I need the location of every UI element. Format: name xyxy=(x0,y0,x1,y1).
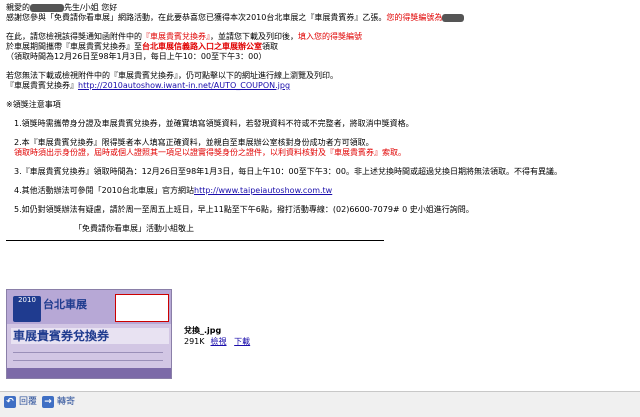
greeting: 親愛的x先生/小姐 您好 xyxy=(6,3,634,13)
greeting-prefix: 親愛的 xyxy=(6,3,30,12)
download-link[interactable]: 下載 xyxy=(234,337,250,346)
reply-label: 回覆 xyxy=(19,397,38,407)
instruction-text: 在此，請您檢視該得獎通知函附件中的 xyxy=(6,32,142,41)
note-4-text: 4.其他活動辦法可參閱「2010台北車展」官方網站 xyxy=(14,186,194,195)
office-location-red: 台北車展信義路入口之車展辦公室 xyxy=(142,42,262,51)
notes-title: ※領獎注意事項 xyxy=(6,100,61,109)
coupon-name-red: 『車展貴賓兌換券』 xyxy=(142,32,210,41)
coupon-link[interactable]: http://2010autoshow.iwant-in.net/AUTO_CO… xyxy=(78,81,290,90)
redacted-award-number: x xyxy=(442,13,465,22)
signature: 「免費請你看車展」活動小組敬上 xyxy=(74,224,194,233)
logo-year: 2010 xyxy=(18,296,36,304)
coupon-link-prefix: 『車展貴賓兌換券』 xyxy=(6,81,78,90)
greeting-suffix: 先生/小姐 您好 xyxy=(64,3,118,12)
email-body: 親愛的x先生/小姐 您好 感謝您參與「免費請你看車展」網路活動，在此要恭喜您已獲… xyxy=(6,3,634,241)
instruction-line-1: 在此，請您檢視該得獎通知函附件中的『車展貴賓兌換券』，並請您下載及列印後，填入您… xyxy=(6,32,634,42)
coupon-number-box xyxy=(115,294,169,322)
view-link[interactable]: 檢視 xyxy=(211,337,227,346)
note-2-red: 領取時須出示身份證，屆時或個人證照其一項足以證實得獎身份之證件，以利資料核對及『… xyxy=(14,148,406,157)
award-number-label: 您的得獎編號為 xyxy=(386,13,443,22)
forward-button[interactable]: → 轉寄 xyxy=(42,396,75,408)
official-site-link[interactable]: http://www.taipeiautoshow.com.tw xyxy=(194,186,332,195)
file-info: 兌換_.jpg 291K 檢視 下載 xyxy=(184,325,250,347)
coupon-thumbnail[interactable]: 2010 台北車展 車展貴賓券兌換券 xyxy=(6,289,172,379)
file-meta: 291K 檢視 下載 xyxy=(184,336,250,347)
reply-button[interactable]: ↶ 回覆 xyxy=(4,396,37,408)
forward-icon: → xyxy=(42,396,54,408)
congrats-text: 感謝您參與「免費請你看車展」網路活動，在此要恭喜您已獲得本次2010台北車展之『… xyxy=(6,13,387,22)
pickup-time: （領取時間為12月26日至98年1月3日，每日上午10：00至下午3：00） xyxy=(6,52,267,61)
mail-toolbar: ↶ 回覆 → 轉寄 xyxy=(0,391,640,417)
note-1: 1.領獎時需攜帶身分證及車展貴賓兌換券，並確實填寫領獎資料，若發現資料不符或不完… xyxy=(14,119,414,128)
instruction-text-3: 領取 xyxy=(262,42,278,51)
coupon-brand: 台北車展 xyxy=(43,298,87,311)
congrats-line: 感謝您參與「免費請你看車展」網路活動，在此要恭喜您已獲得本次2010台北車展之『… xyxy=(6,13,634,23)
instruction-line-2: 於車展期間攜帶『車展貴賓兌換券』至台北車展信義路入口之車展辦公室領取 xyxy=(6,42,634,52)
coupon-title: 車展貴賓券兌換券 xyxy=(11,328,169,344)
coupon-link-line: 『車展貴賓兌換券』http://2010autoshow.iwant-in.ne… xyxy=(6,81,634,91)
note-3: 3.『車展貴賓兌換券』領取時間為：12月26日至98年1月3日，每日上午10：0… xyxy=(14,167,562,176)
fill-number-red: 填入您的得獎編號 xyxy=(298,32,362,41)
instruction-text-2: 於車展期間攜帶『車展貴賓兌換券』至 xyxy=(6,42,142,51)
note-4: 4.其他活動辦法可參閱「2010台北車展」官方網站http://www.taip… xyxy=(6,186,634,196)
file-size: 291K xyxy=(184,337,205,346)
reply-icon: ↶ xyxy=(4,396,16,408)
file-name: 兌換_.jpg xyxy=(184,326,222,335)
divider xyxy=(6,240,384,241)
autoshow-logo: 2010 xyxy=(13,296,41,322)
redacted-name: x xyxy=(30,3,64,12)
coupon-footer xyxy=(7,368,171,378)
note-5: 5.如仍對領獎辦法有疑慮，請於周一至周五上班日，早上11點至下午6點，撥打活動專… xyxy=(14,205,474,214)
instruction-text-mid: ，並請您下載及列印後， xyxy=(210,32,298,41)
attachment-area: 2010 台北車展 車展貴賓券兌換券 兌換_.jpg 291K 檢視 下載 xyxy=(6,289,626,385)
download-help: 若您無法下載或檢視附件中的『車展貴賓兌換券』，仍可點擊以下的網址進行線上瀏覽及列… xyxy=(6,71,338,80)
note-2: 2.本『車展貴賓兌換券』限得獎者本人填寫正確資料，並親自至車展辦公室核對身份成功… xyxy=(14,138,374,147)
forward-label: 轉寄 xyxy=(57,397,76,407)
